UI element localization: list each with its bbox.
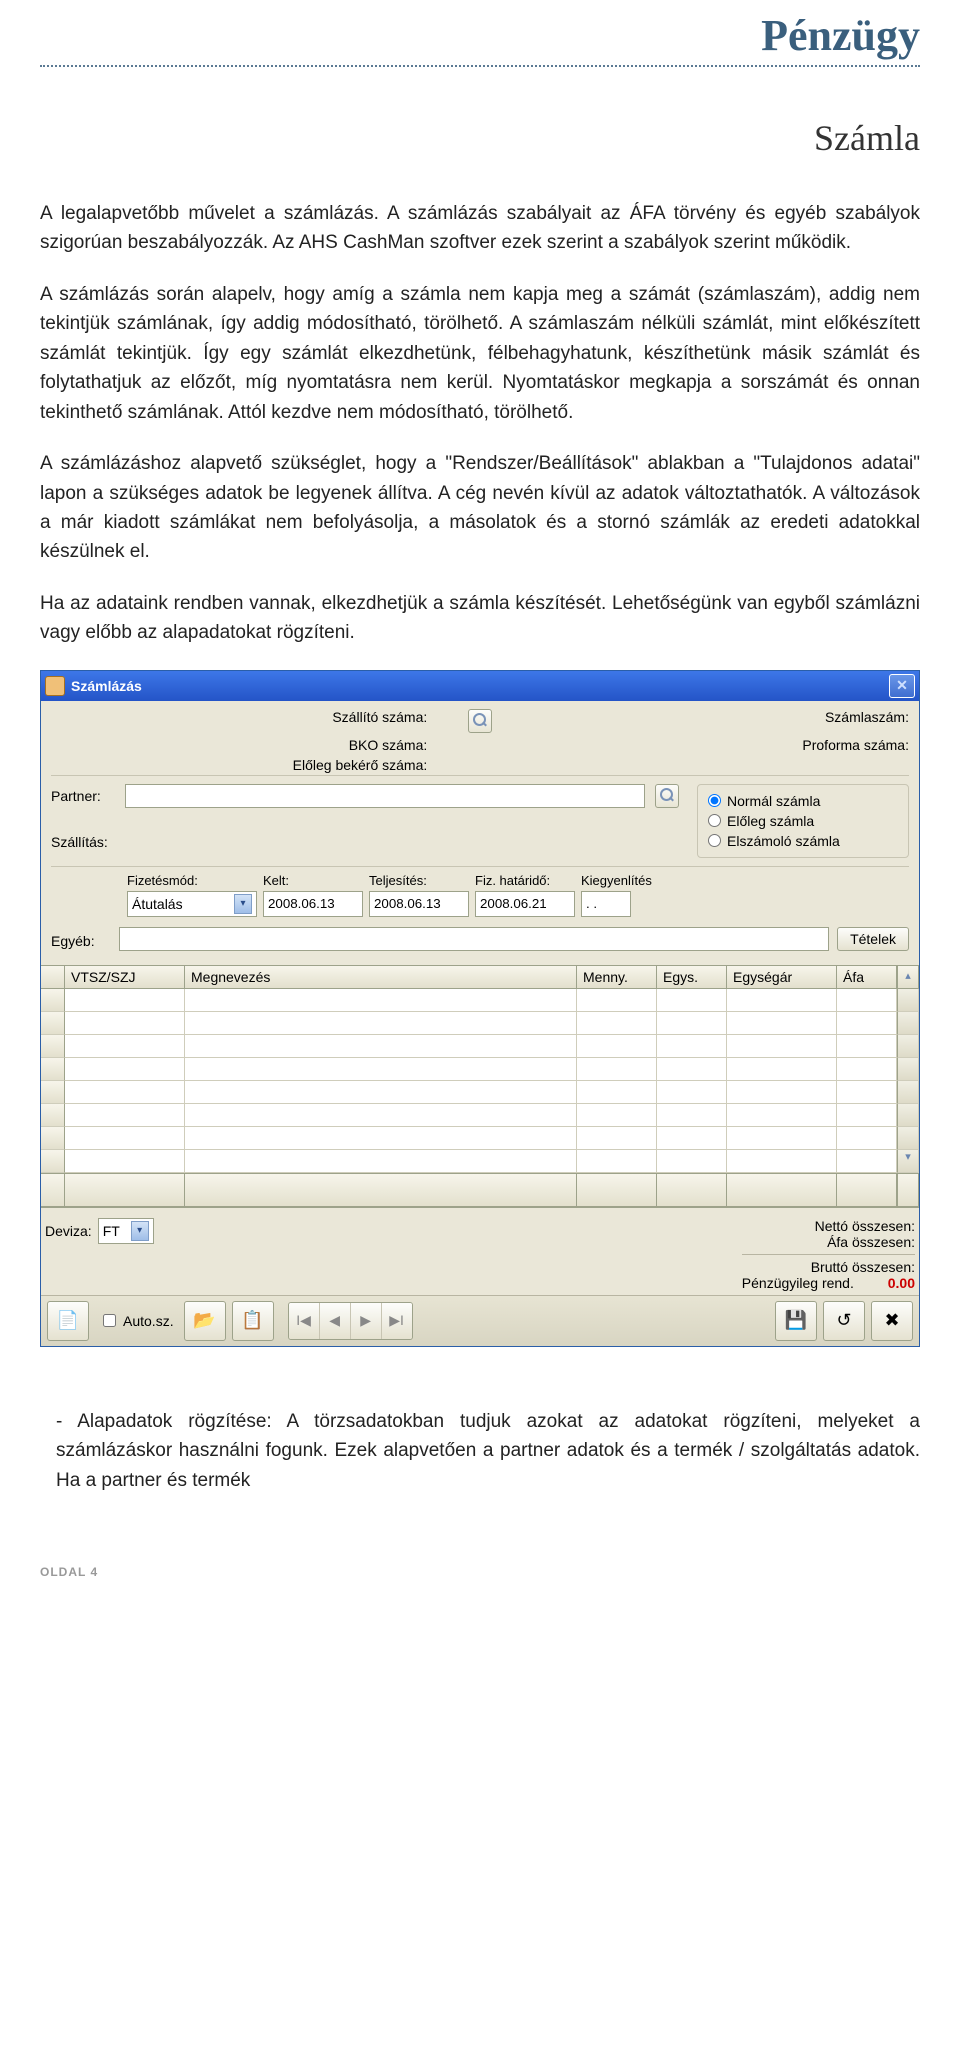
scroll-up-icon[interactable]: ▴ xyxy=(897,966,919,989)
window-icon xyxy=(45,676,65,696)
table-row[interactable] xyxy=(41,1035,919,1058)
table-row[interactable] xyxy=(41,989,919,1012)
penzugy-value: 0.00 xyxy=(858,1275,915,1291)
szamlazas-window: Számlázás ✕ Szállító száma: Számlaszám: … xyxy=(40,670,920,1347)
titlebar[interactable]: Számlázás ✕ xyxy=(41,671,919,701)
auto-sz-input[interactable] xyxy=(103,1314,116,1327)
document-icon[interactable]: 📋 xyxy=(232,1301,274,1341)
radio-elszamolo[interactable]: Elszámoló számla xyxy=(708,831,898,851)
bko-szama-label: BKO száma: xyxy=(51,737,427,753)
deviza-value: FT xyxy=(103,1223,120,1239)
szallito-szama-label: Szállító száma: xyxy=(51,709,427,733)
auto-sz-label: Auto.sz. xyxy=(123,1313,174,1329)
open-folder-icon[interactable]: 📂 xyxy=(184,1301,226,1341)
col-megnevezes[interactable]: Megnevezés xyxy=(185,966,577,989)
save-icon[interactable]: 💾 xyxy=(775,1301,817,1341)
proforma-szama-label: Proforma száma: xyxy=(533,737,909,753)
fizhat-label: Fiz. határidő: xyxy=(475,873,575,888)
kelt-label: Kelt: xyxy=(263,873,363,888)
radio-normal[interactable]: Normál számla xyxy=(708,791,898,811)
table-row[interactable] xyxy=(41,1127,919,1150)
partner-lookup-icon[interactable] xyxy=(655,784,679,808)
eloleg-bekero-label: Előleg bekérő száma: xyxy=(51,757,427,773)
new-document-icon[interactable]: 📄 xyxy=(47,1301,89,1341)
teljesites-input[interactable] xyxy=(369,891,469,917)
after-note: - Alapadatok rögzítése: A törzsadatokban… xyxy=(40,1407,920,1495)
record-nav: I◀ ◀ ▶ ▶I xyxy=(288,1302,413,1340)
invoice-type-radiogroup: Normál számla Előleg számla Elszámoló sz… xyxy=(697,784,909,858)
fizmod-combo[interactable]: Átutalás ▾ xyxy=(127,891,257,917)
table-row[interactable] xyxy=(41,1058,919,1081)
chevron-down-icon[interactable]: ▾ xyxy=(234,894,252,914)
partner-input[interactable] xyxy=(125,784,645,808)
auto-sz-checkbox[interactable]: Auto.sz. xyxy=(99,1311,174,1330)
egyeb-label: Egyéb: xyxy=(51,929,111,949)
kiegyenlites-input[interactable] xyxy=(581,891,631,917)
deviza-label: Deviza: xyxy=(45,1223,92,1239)
nav-prev-icon[interactable]: ◀ xyxy=(320,1303,351,1339)
chevron-down-icon[interactable]: ▾ xyxy=(131,1221,149,1241)
col-afa[interactable]: Áfa xyxy=(837,966,897,989)
col-egysegar[interactable]: Egységár xyxy=(727,966,837,989)
paragraph-1: A legalapvetőbb művelet a számlázás. A s… xyxy=(40,199,920,258)
teljesites-label: Teljesítés: xyxy=(369,873,469,888)
header-rule xyxy=(40,65,920,67)
close-icon[interactable]: ✕ xyxy=(889,674,915,698)
fizmod-label: Fizetésmód: xyxy=(127,873,257,888)
radio-normal-input[interactable] xyxy=(708,794,721,807)
deviza-combo[interactable]: FT ▾ xyxy=(98,1218,154,1244)
page-footer: OLDAL 4 xyxy=(40,1565,920,1579)
table-row[interactable]: ▾ xyxy=(41,1150,919,1173)
nav-first-icon[interactable]: I◀ xyxy=(289,1303,320,1339)
nav-next-icon[interactable]: ▶ xyxy=(351,1303,382,1339)
netto-label: Nettó összesen: xyxy=(742,1218,915,1234)
toolbar: 📄 Auto.sz. 📂 📋 I◀ ◀ ▶ ▶I 💾 ↺ ✖ xyxy=(41,1295,919,1346)
col-menny[interactable]: Menny. xyxy=(577,966,657,989)
paragraph-3: A számlázáshoz alapvető szükséglet, hogy… xyxy=(40,449,920,567)
penzugy-label: Pénzügyileg rend. xyxy=(742,1275,854,1291)
szallito-lookup-icon[interactable] xyxy=(468,709,492,733)
radio-elszamolo-input[interactable] xyxy=(708,834,721,847)
kelt-input[interactable] xyxy=(263,891,363,917)
nav-last-icon[interactable]: ▶I xyxy=(382,1303,412,1339)
table-row[interactable] xyxy=(41,1104,919,1127)
brand-title: Pénzügy xyxy=(40,10,920,61)
radio-elszamolo-label: Elszámoló számla xyxy=(727,833,840,849)
delete-icon[interactable]: ✖ xyxy=(871,1301,913,1341)
paragraph-4: Ha az adataink rendben vannak, elkezdhet… xyxy=(40,589,920,648)
window-title: Számlázás xyxy=(71,678,889,694)
table-row[interactable] xyxy=(41,1012,919,1035)
col-egys[interactable]: Egys. xyxy=(657,966,727,989)
items-grid: VTSZ/SZJ Megnevezés Menny. Egys. Egységá… xyxy=(41,965,919,1207)
scroll-down-icon[interactable]: ▾ xyxy=(897,1150,919,1173)
undo-icon[interactable]: ↺ xyxy=(823,1301,865,1341)
partner-label: Partner: xyxy=(51,784,121,804)
tetelek-button[interactable]: Tételek xyxy=(837,927,909,951)
radio-eloleg-input[interactable] xyxy=(708,814,721,827)
brutto-label: Bruttó összesen: xyxy=(742,1259,915,1275)
page-title: Számla xyxy=(40,117,920,159)
col-vtsz[interactable]: VTSZ/SZJ xyxy=(65,966,185,989)
fizmod-value: Átutalás xyxy=(132,896,183,912)
egyeb-input[interactable] xyxy=(119,927,829,951)
radio-normal-label: Normál számla xyxy=(727,793,820,809)
paragraph-2: A számlázás során alapelv, hogy amíg a s… xyxy=(40,280,920,427)
row-selector-header xyxy=(41,966,65,989)
kiegyenlites-label: Kiegyenlítés xyxy=(581,873,652,888)
szallitas-label: Szállítás: xyxy=(51,830,121,850)
radio-eloleg[interactable]: Előleg számla xyxy=(708,811,898,831)
afa-total-label: Áfa összesen: xyxy=(742,1234,915,1250)
fizhat-input[interactable] xyxy=(475,891,575,917)
szamlaszam-label: Számlaszám: xyxy=(533,709,909,733)
radio-eloleg-label: Előleg számla xyxy=(727,813,814,829)
table-row[interactable] xyxy=(41,1081,919,1104)
